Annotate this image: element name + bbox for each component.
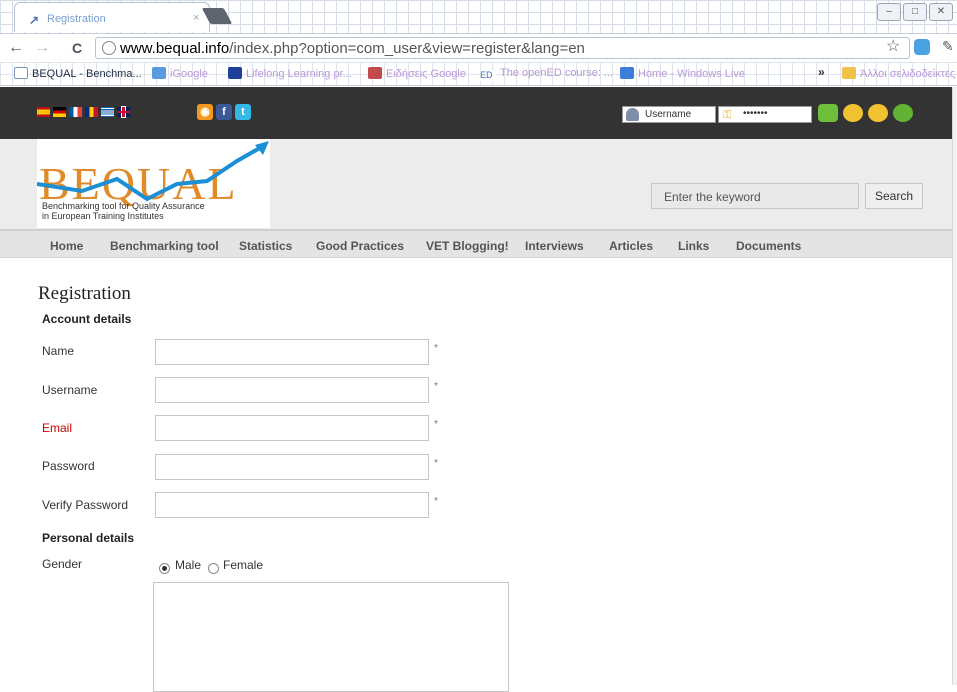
close-window-button[interactable]: ✕ bbox=[929, 3, 953, 21]
login-username-input[interactable]: Username bbox=[622, 106, 716, 123]
required-marker: * bbox=[434, 458, 438, 469]
tab-close-icon[interactable]: × bbox=[193, 12, 199, 24]
igoogle-icon bbox=[152, 67, 166, 79]
bookmark-star-icon[interactable]: ☆ bbox=[886, 36, 900, 56]
menu-item-links[interactable]: Links bbox=[678, 239, 709, 253]
bookmark-google-news[interactable]: Ειδήσεις Google bbox=[368, 67, 466, 80]
site-search-input[interactable]: Enter the keyword bbox=[651, 183, 859, 209]
bookmark-bequal[interactable]: BEQUAL - Benchma... bbox=[14, 67, 142, 80]
menu-item-statistics[interactable]: Statistics bbox=[239, 239, 292, 253]
site-header: BEQUAL Benchmarking tool for Quality Ass… bbox=[0, 139, 952, 229]
browser-tab[interactable]: ↗ Registration × bbox=[14, 2, 210, 32]
bookmark-igoogle[interactable]: iGoogle bbox=[152, 67, 208, 80]
twitter-icon[interactable]: t bbox=[235, 104, 251, 120]
forgot-username-icon[interactable] bbox=[868, 104, 888, 122]
reload-button[interactable]: C bbox=[72, 40, 82, 56]
password-value: ••••••• bbox=[743, 108, 768, 119]
personal-details-textarea[interactable] bbox=[153, 582, 509, 692]
login-lock-icon[interactable] bbox=[818, 104, 838, 122]
extension-icon[interactable] bbox=[914, 39, 930, 55]
french-flag-icon[interactable] bbox=[69, 107, 82, 117]
menu-item-interviews[interactable]: Interviews bbox=[525, 239, 584, 253]
bookmark-windows-live[interactable]: Home - Windows Live bbox=[620, 67, 745, 80]
bequal-favicon-icon: ↗ bbox=[29, 13, 40, 27]
page-title: Registration bbox=[38, 283, 131, 304]
account-icons bbox=[818, 104, 913, 122]
personal-details-heading: Personal details bbox=[42, 531, 135, 545]
address-url: www.bequal.info/index.php?option=com_use… bbox=[120, 40, 585, 57]
username-field[interactable] bbox=[155, 377, 429, 403]
bookmarks-bar: BEQUAL - Benchma... iGoogle Lifelong Lea… bbox=[0, 62, 957, 86]
required-marker: * bbox=[434, 419, 438, 430]
minimize-button[interactable]: – bbox=[877, 3, 901, 21]
windows-live-icon bbox=[620, 67, 634, 79]
key-icon: ⚿ bbox=[723, 109, 732, 121]
bookmark-opened-course[interactable]: ED The openED course: ... bbox=[480, 67, 613, 82]
user-icon bbox=[626, 108, 639, 121]
login-password-input[interactable]: ⚿ ••••••• bbox=[718, 106, 812, 123]
romanian-flag-icon[interactable] bbox=[85, 107, 98, 117]
german-flag-icon[interactable] bbox=[53, 107, 66, 117]
browser-nav-bar: ← → C www.bequal.info/index.php?option=c… bbox=[0, 34, 957, 62]
required-marker: * bbox=[434, 343, 438, 354]
greek-flag-icon[interactable] bbox=[101, 107, 114, 117]
gender-female-radio[interactable] bbox=[208, 563, 219, 574]
globe-icon bbox=[102, 41, 116, 55]
email-field[interactable] bbox=[155, 415, 429, 441]
password-field[interactable] bbox=[155, 454, 429, 480]
bookmarks-overflow-button[interactable]: » bbox=[818, 65, 825, 79]
opened-icon: ED bbox=[480, 70, 496, 82]
menu-item-articles[interactable]: Articles bbox=[609, 239, 653, 253]
menu-item-good-practices[interactable]: Good Practices bbox=[316, 239, 404, 253]
window-controls: – □ ✕ bbox=[877, 3, 953, 21]
maximize-button[interactable]: □ bbox=[903, 3, 927, 21]
forgot-password-icon[interactable] bbox=[843, 104, 863, 122]
wrench-icon[interactable]: ✎ bbox=[942, 38, 954, 55]
uk-flag-icon[interactable] bbox=[117, 107, 130, 117]
social-links: ◉ f t bbox=[197, 104, 251, 120]
forward-button[interactable]: → bbox=[34, 39, 50, 57]
menu-item-vet-blogging[interactable]: VET Blogging! bbox=[426, 239, 509, 253]
browser-tab-bar: ↗ Registration × – □ ✕ bbox=[0, 0, 957, 34]
gender-label: Gender bbox=[42, 557, 83, 571]
email-label: Email bbox=[42, 421, 73, 435]
menu-item-documents[interactable]: Documents bbox=[736, 239, 801, 253]
gender-male-label: Male bbox=[175, 558, 202, 572]
required-marker: * bbox=[434, 496, 438, 507]
address-bar[interactable]: www.bequal.info/index.php?option=com_use… bbox=[95, 37, 910, 59]
bookmark-lifelong-learning[interactable]: Lifelong Learning pr... bbox=[228, 67, 352, 80]
site-top-bar: ◉ f t Username ⚿ ••••••• bbox=[0, 87, 952, 139]
other-bookmarks[interactable]: Άλλοι σελιδοδείκτες bbox=[842, 67, 955, 80]
spanish-flag-icon[interactable] bbox=[37, 107, 50, 117]
username-label: Username bbox=[42, 383, 98, 397]
page-scrollbar[interactable] bbox=[952, 87, 957, 685]
logo-tagline: Benchmarking tool for Quality Assurance … bbox=[42, 201, 205, 221]
name-label: Name bbox=[42, 344, 75, 358]
language-flags bbox=[37, 107, 130, 117]
verify-password-field[interactable] bbox=[155, 492, 429, 518]
menu-item-home[interactable]: Home bbox=[50, 239, 83, 253]
password-label: Password bbox=[42, 459, 95, 473]
main-menu: Home Benchmarking tool Statistics Good P… bbox=[0, 229, 952, 258]
register-user-icon[interactable] bbox=[893, 104, 913, 122]
tab-title: Registration bbox=[47, 13, 106, 25]
account-details-heading: Account details bbox=[42, 312, 132, 326]
username-placeholder: Username bbox=[645, 109, 692, 120]
search-button[interactable]: Search bbox=[865, 183, 923, 209]
bequal-favicon-icon bbox=[14, 67, 28, 79]
eu-flag-icon bbox=[228, 67, 242, 79]
facebook-icon[interactable]: f bbox=[216, 104, 232, 120]
news-icon bbox=[368, 67, 382, 79]
gender-female-label: Female bbox=[223, 558, 264, 572]
name-field[interactable] bbox=[155, 339, 429, 365]
menu-item-benchmarking-tool[interactable]: Benchmarking tool bbox=[110, 239, 219, 253]
rss-icon[interactable]: ◉ bbox=[197, 104, 213, 120]
required-marker: * bbox=[434, 381, 438, 392]
bequal-logo[interactable]: BEQUAL Benchmarking tool for Quality Ass… bbox=[37, 139, 270, 228]
folder-icon bbox=[842, 67, 856, 79]
verify-password-label: Verify Password bbox=[42, 498, 129, 512]
gender-male-radio[interactable] bbox=[159, 563, 170, 574]
back-button[interactable]: ← bbox=[8, 39, 24, 57]
